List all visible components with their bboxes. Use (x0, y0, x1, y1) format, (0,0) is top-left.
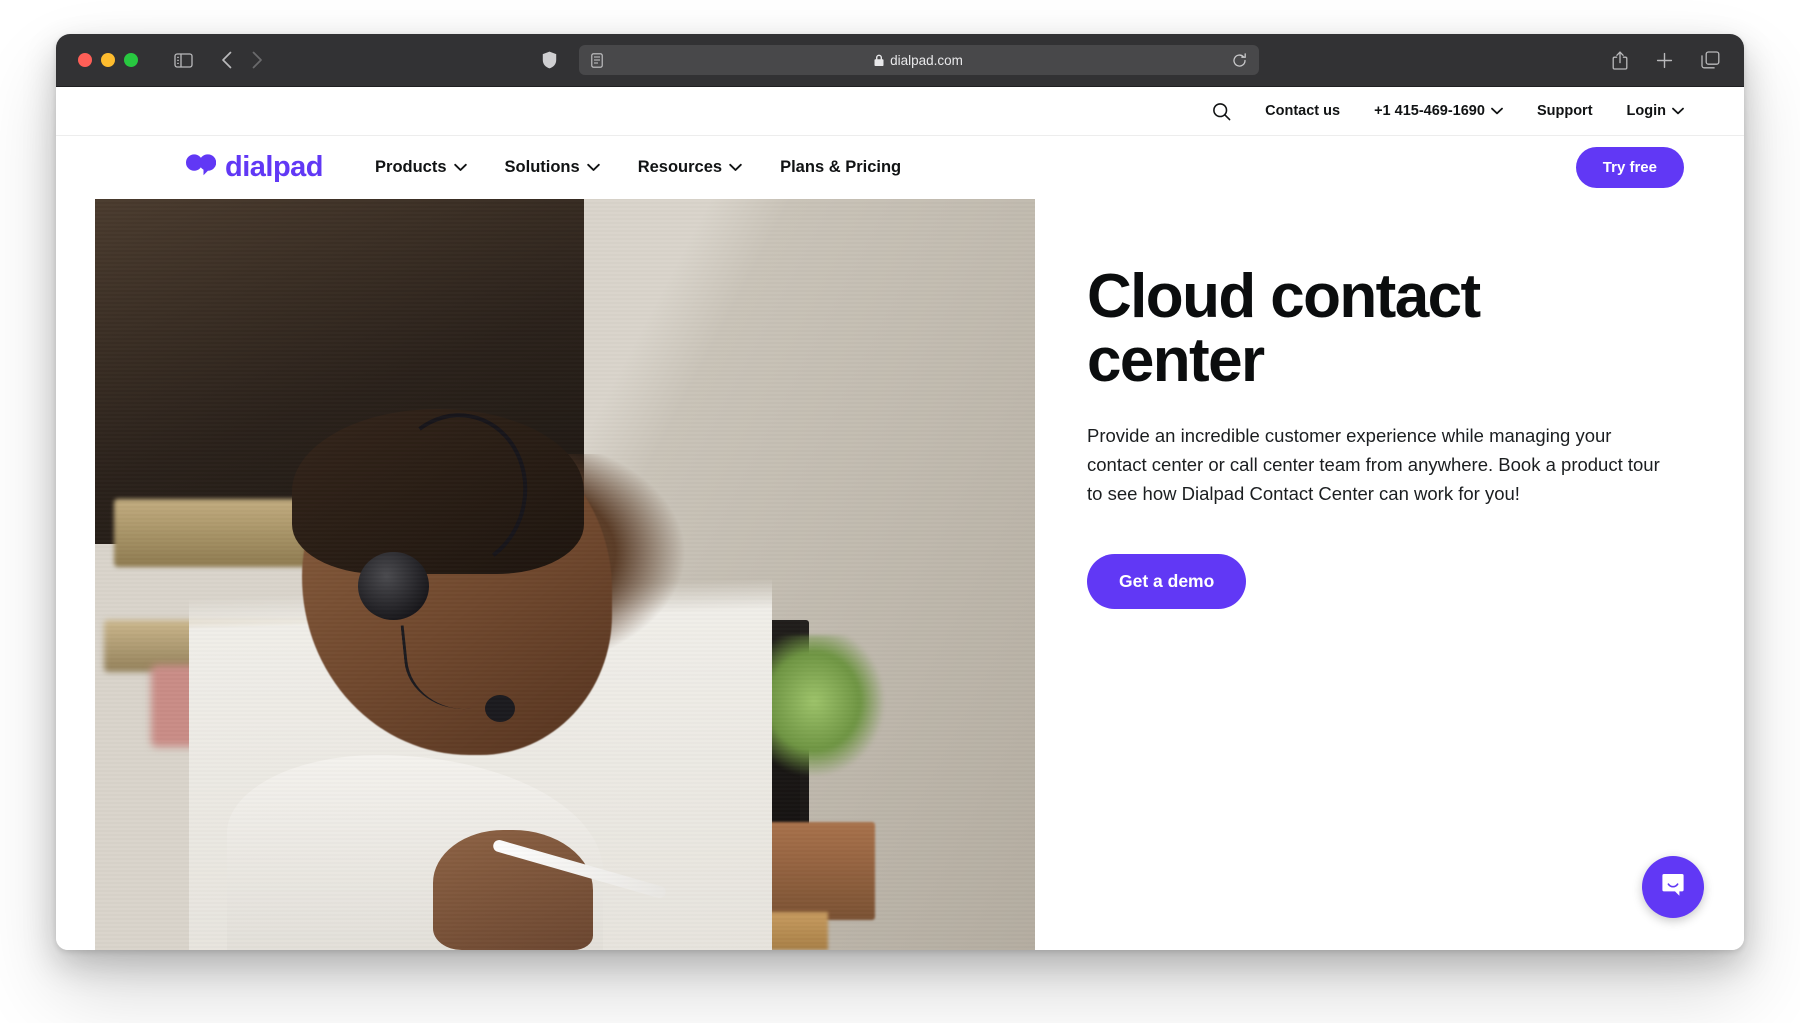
nav-link-label: Resources (637, 158, 723, 176)
chevron-down-icon (586, 163, 600, 172)
utility-item-label: Support (1536, 103, 1593, 119)
nav-link-resources[interactable]: Resources (638, 158, 742, 177)
utility-item-phone[interactable]: +1 415-469-1690 (1374, 103, 1503, 119)
url-domain: dialpad.com (890, 52, 963, 68)
shield-icon[interactable] (542, 51, 557, 69)
utility-item-label: Login (1626, 103, 1666, 119)
page-title: Cloud contact center (1087, 262, 1481, 395)
nav-link-plans-pricing[interactable]: Plans & Pricing (780, 158, 901, 177)
dialpad-wordmark: dialpad (225, 151, 324, 183)
lock-icon (874, 54, 884, 67)
hero-description: Provide an incredible customer experienc… (1087, 424, 1660, 505)
nav-link-products[interactable]: Products (375, 158, 467, 177)
browser-toolbar: dialpad.com (56, 34, 1744, 87)
address-bar-area: dialpad.com (56, 34, 1744, 86)
window-controls (78, 53, 138, 67)
forward-arrow-icon[interactable] (252, 51, 263, 69)
dialpad-logo[interactable]: dialpad (186, 151, 324, 183)
hero-copy: Cloud contact center Provide an incredib… (1035, 199, 1744, 950)
dialpad-logo-icon (186, 152, 217, 183)
utility-bar: Contact us +1 415-469-1690 Support Login (56, 87, 1744, 136)
reader-view-icon[interactable] (590, 52, 603, 68)
chat-widget-button[interactable] (1642, 856, 1704, 918)
browser-window: dialpad.com Contact us +1 415-469-1690 S… (56, 34, 1744, 950)
hero-section: Cloud contact center Provide an incredib… (56, 199, 1744, 950)
utility-item-label: Contact us (1265, 103, 1341, 119)
close-button[interactable] (78, 53, 92, 67)
maximize-button[interactable] (124, 53, 138, 67)
minimize-button[interactable] (101, 53, 115, 67)
chevron-down-icon (1672, 107, 1684, 115)
tab-overview-icon[interactable] (1701, 51, 1720, 69)
nav-link-solutions[interactable]: Solutions (505, 158, 600, 177)
plus-icon[interactable] (1656, 52, 1673, 69)
utility-item-contact-us[interactable]: Contact us (1265, 103, 1340, 119)
hero-image (95, 199, 1035, 950)
utility-item-label: +1 415-469-1690 (1374, 103, 1485, 119)
try-free-button[interactable]: Try free (1575, 147, 1684, 188)
website-viewport: Contact us +1 415-469-1690 Support Login (56, 87, 1744, 950)
utility-item-login[interactable]: Login (1627, 103, 1684, 119)
share-icon[interactable] (1612, 50, 1628, 70)
sidebar-toggle-icon[interactable] (174, 52, 193, 68)
chat-bubble-icon (1658, 870, 1688, 905)
search-icon[interactable] (1212, 102, 1231, 121)
chevron-down-icon (1491, 107, 1503, 115)
url-bar[interactable]: dialpad.com (578, 45, 1259, 75)
nav-link-label: Plans & Pricing (780, 158, 902, 176)
chevron-down-icon (729, 163, 742, 172)
chevron-down-icon (453, 163, 467, 172)
nav-link-label: Products (375, 158, 447, 176)
main-navigation: dialpad Products Solutions Resources Pla… (56, 136, 1744, 199)
reload-icon[interactable] (1232, 52, 1247, 68)
get-a-demo-button[interactable]: Get a demo (1087, 554, 1247, 610)
toolbar-right-group (1612, 50, 1720, 70)
nav-link-label: Solutions (504, 158, 580, 176)
url-text-group: dialpad.com (579, 53, 1259, 68)
back-arrow-icon[interactable] (221, 51, 232, 69)
utility-item-support[interactable]: Support (1537, 103, 1593, 119)
